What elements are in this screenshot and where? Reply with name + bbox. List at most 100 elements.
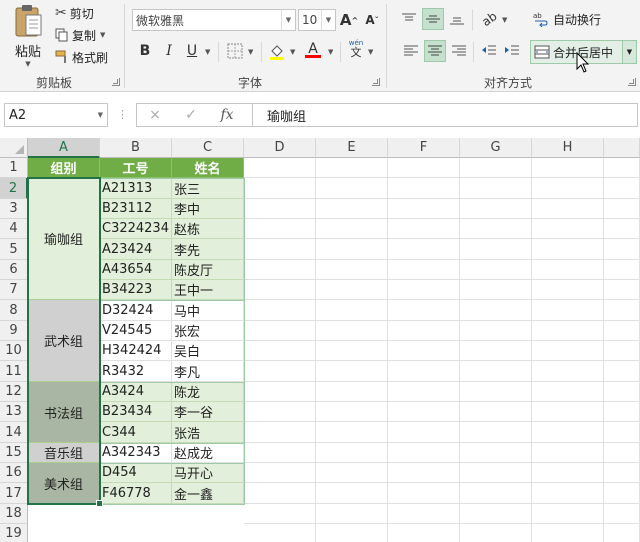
borders-button[interactable] <box>224 40 246 62</box>
employee-id-cell[interactable]: A43654 <box>100 260 172 280</box>
copy-button[interactable]: 复制 ▼ <box>54 25 106 45</box>
employee-name-cell[interactable]: 陈皮厅 <box>172 260 244 280</box>
row-header-4[interactable]: 4 <box>0 219 28 239</box>
cell[interactable] <box>244 341 316 361</box>
employee-name-cell[interactable]: 赵栋 <box>172 219 244 239</box>
cancel-icon[interactable]: × <box>137 107 173 123</box>
cell[interactable] <box>532 199 604 219</box>
cell[interactable] <box>316 463 388 483</box>
cell[interactable] <box>460 199 532 219</box>
column-header-h[interactable]: H <box>532 138 604 158</box>
row-header-16[interactable]: 16 <box>0 463 28 483</box>
employee-name-cell[interactable]: 李凡 <box>172 361 244 382</box>
cell[interactable] <box>316 524 388 542</box>
align-right-button[interactable] <box>448 40 470 62</box>
cell[interactable] <box>460 483 532 504</box>
cell[interactable] <box>316 300 388 321</box>
align-left-button[interactable] <box>400 40 422 62</box>
cell[interactable] <box>244 178 316 199</box>
cell[interactable] <box>532 382 604 402</box>
cell[interactable] <box>388 300 460 321</box>
employee-name-cell[interactable]: 马中 <box>172 300 244 321</box>
cell[interactable] <box>604 300 640 321</box>
cell[interactable] <box>604 422 640 443</box>
font-size-select[interactable]: 10 ▼ <box>298 9 336 31</box>
employee-name-cell[interactable]: 李先 <box>172 239 244 260</box>
cell[interactable] <box>316 382 388 402</box>
chevron-down-icon[interactable]: ▼ <box>368 48 373 56</box>
employee-name-cell[interactable]: 陈龙 <box>172 382 244 402</box>
cell[interactable] <box>316 422 388 443</box>
cell[interactable] <box>460 443 532 463</box>
cell[interactable] <box>460 178 532 199</box>
enter-icon[interactable]: ✓ <box>173 107 209 123</box>
cell[interactable] <box>388 422 460 443</box>
cell[interactable] <box>532 361 604 382</box>
cell[interactable] <box>316 483 388 504</box>
cell[interactable] <box>604 341 640 361</box>
cell[interactable] <box>244 382 316 402</box>
alignment-launcher-icon[interactable] <box>628 78 636 86</box>
cell[interactable] <box>316 199 388 219</box>
employee-name-cell[interactable]: 李一谷 <box>172 402 244 422</box>
align-bottom-button[interactable] <box>446 8 468 30</box>
fill-color-button[interactable] <box>266 40 288 62</box>
cell[interactable] <box>604 402 640 422</box>
orientation-button[interactable]: ab <box>478 8 500 30</box>
merged-group-cell[interactable]: 武术组 <box>28 300 100 382</box>
employee-id-cell[interactable]: B23112 <box>100 199 172 219</box>
employee-id-cell[interactable]: H342424 <box>100 341 172 361</box>
column-header-partial[interactable] <box>604 138 640 158</box>
cell[interactable] <box>604 463 640 483</box>
cell[interactable] <box>388 260 460 280</box>
cell[interactable] <box>532 300 604 321</box>
cell[interactable] <box>388 158 460 178</box>
chevron-down-icon[interactable]: ▼ <box>290 48 295 56</box>
cell[interactable] <box>604 321 640 341</box>
cell[interactable] <box>604 524 640 542</box>
row-header-7[interactable]: 7 <box>0 280 28 300</box>
cell[interactable] <box>388 199 460 219</box>
cell[interactable] <box>388 280 460 300</box>
cell[interactable] <box>388 219 460 239</box>
cell[interactable] <box>532 341 604 361</box>
bold-button[interactable]: B <box>134 40 156 62</box>
align-middle-button[interactable] <box>422 8 444 30</box>
cell[interactable] <box>388 402 460 422</box>
cell[interactable] <box>460 382 532 402</box>
row-header-6[interactable]: 6 <box>0 260 28 280</box>
employee-id-cell[interactable]: R3432 <box>100 361 172 382</box>
column-header-d[interactable]: D <box>244 138 316 158</box>
italic-button[interactable]: I <box>158 40 180 62</box>
cell[interactable] <box>316 443 388 463</box>
cell[interactable] <box>244 483 316 504</box>
grow-font-button[interactable]: A ^ <box>338 9 360 31</box>
font-color-button[interactable]: A <box>302 38 324 60</box>
cell[interactable] <box>532 260 604 280</box>
align-center-button[interactable] <box>424 40 446 62</box>
cell[interactable] <box>460 422 532 443</box>
cell[interactable] <box>460 239 532 260</box>
cell[interactable] <box>604 260 640 280</box>
align-top-button[interactable] <box>398 8 420 30</box>
cell[interactable] <box>460 321 532 341</box>
cell[interactable] <box>604 280 640 300</box>
row-header-19[interactable]: 19 <box>0 524 28 542</box>
cell[interactable] <box>316 402 388 422</box>
cell[interactable] <box>388 321 460 341</box>
cell[interactable] <box>604 239 640 260</box>
cell[interactable] <box>532 422 604 443</box>
cell[interactable] <box>460 219 532 239</box>
chevron-down-icon[interactable]: ▼ <box>205 48 210 56</box>
cell[interactable] <box>388 341 460 361</box>
cell[interactable] <box>316 239 388 260</box>
cell[interactable] <box>532 178 604 199</box>
cell[interactable] <box>460 463 532 483</box>
cell[interactable] <box>604 483 640 504</box>
cell[interactable] <box>244 280 316 300</box>
cell[interactable] <box>532 443 604 463</box>
cell[interactable] <box>532 524 604 542</box>
paste-button[interactable]: 粘贴 ▼ <box>6 2 50 70</box>
employee-name-cell[interactable]: 马开心 <box>172 463 244 483</box>
cell[interactable] <box>460 361 532 382</box>
